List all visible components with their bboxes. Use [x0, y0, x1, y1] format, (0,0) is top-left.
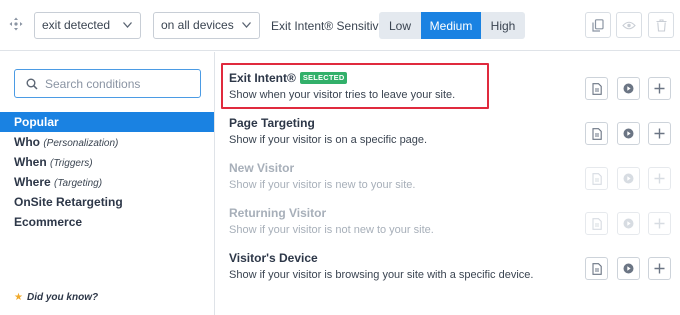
add-condition-button: [648, 212, 671, 235]
play-icon: [623, 128, 634, 139]
add-condition-button[interactable]: [648, 77, 671, 100]
condition-title-text: Exit Intent®: [229, 71, 296, 85]
add-condition-button[interactable]: [648, 122, 671, 145]
condition-description: Show if your visitor is new to your site…: [229, 179, 416, 191]
demo-button: [617, 167, 640, 190]
device-select[interactable]: on all devices: [153, 12, 260, 39]
search-conditions[interactable]: [14, 69, 201, 98]
document-icon: [591, 172, 602, 185]
category-onsite-retargeting[interactable]: OnSite Retargeting: [0, 192, 214, 212]
add-condition-button[interactable]: [648, 257, 671, 280]
plus-icon: [654, 173, 665, 184]
demo-button[interactable]: [617, 122, 640, 145]
document-icon: [591, 127, 602, 140]
chevron-down-icon: [242, 22, 251, 28]
info-button: [585, 212, 608, 235]
duplicate-button[interactable]: [585, 12, 611, 38]
sensitivity-medium-button[interactable]: Medium: [421, 12, 481, 39]
plus-icon: [654, 218, 665, 229]
category-popular[interactable]: Popular: [0, 112, 214, 132]
category-label: Popular: [14, 115, 59, 129]
category-label: Where: [14, 175, 51, 189]
plus-icon: [654, 263, 665, 274]
category-sublabel: (Triggers): [50, 158, 93, 169]
sensitivity-low-button[interactable]: Low: [379, 12, 421, 39]
category-sublabel: (Personalization): [43, 138, 119, 149]
trash-icon: [656, 18, 666, 32]
device-select-value: on all devices: [161, 18, 234, 32]
eye-icon: [622, 21, 636, 29]
demo-button[interactable]: [617, 77, 640, 100]
condition-description: Show if your visitor is not new to your …: [229, 224, 434, 236]
duplicate-icon: [592, 18, 604, 32]
demo-button[interactable]: [617, 257, 640, 280]
condition-title: Returning Visitor: [229, 206, 327, 220]
category-label: OnSite Retargeting: [14, 195, 123, 209]
document-icon: [591, 262, 602, 275]
category-when[interactable]: When (Triggers): [0, 152, 214, 172]
info-button[interactable]: [585, 122, 608, 145]
did-you-know-link[interactable]: ★ Did you know?: [14, 292, 98, 303]
condition-title: New Visitor: [229, 161, 295, 175]
info-button[interactable]: [585, 77, 608, 100]
trigger-select[interactable]: exit detected: [34, 12, 141, 39]
selected-badge: SELECTED: [299, 72, 348, 84]
condition-title: Exit Intent® SELECTED: [229, 71, 348, 85]
condition-description: Show if your visitor is browsing your si…: [229, 269, 534, 281]
preview-button[interactable]: [616, 12, 642, 38]
add-condition-button: [648, 167, 671, 190]
condition-title: Page Targeting: [229, 116, 315, 130]
sensitivity-toggle: Low Medium High: [379, 12, 525, 39]
sensitivity-high-button[interactable]: High: [481, 12, 525, 39]
info-button: [585, 167, 608, 190]
rule-toolbar: exit detected on all devices Exit Intent…: [0, 0, 680, 51]
play-icon: [623, 218, 634, 229]
info-button[interactable]: [585, 257, 608, 280]
document-icon: [591, 217, 602, 230]
sensitivity-label: Exit Intent® Sensitivity:: [271, 19, 394, 33]
condition-categories-sidebar: Popular Who (Personalization) When (Trig…: [0, 52, 215, 315]
search-input[interactable]: [45, 74, 195, 93]
plus-icon: [654, 83, 665, 94]
search-icon: [26, 78, 38, 90]
play-icon: [623, 263, 634, 274]
demo-button: [617, 212, 640, 235]
category-label: Ecommerce: [14, 215, 83, 229]
condition-title: Visitor's Device: [229, 251, 318, 265]
category-where[interactable]: Where (Targeting): [0, 172, 214, 192]
delete-button[interactable]: [648, 12, 674, 38]
condition-description: Show when your visitor tries to leave yo…: [229, 89, 456, 101]
play-icon: [623, 83, 634, 94]
condition-description: Show if your visitor is on a specific pa…: [229, 134, 428, 146]
category-ecommerce[interactable]: Ecommerce: [0, 212, 214, 232]
trigger-select-value: exit detected: [42, 18, 111, 32]
category-label: When: [14, 155, 47, 169]
category-label: Who: [14, 135, 40, 149]
star-icon: ★: [14, 292, 23, 303]
move-icon[interactable]: [9, 17, 23, 31]
did-you-know-label: Did you know?: [26, 292, 99, 303]
plus-icon: [654, 128, 665, 139]
category-who[interactable]: Who (Personalization): [0, 132, 214, 152]
play-icon: [623, 173, 634, 184]
document-icon: [591, 82, 602, 95]
category-sublabel: (Targeting): [54, 178, 103, 189]
chevron-down-icon: [123, 22, 132, 28]
